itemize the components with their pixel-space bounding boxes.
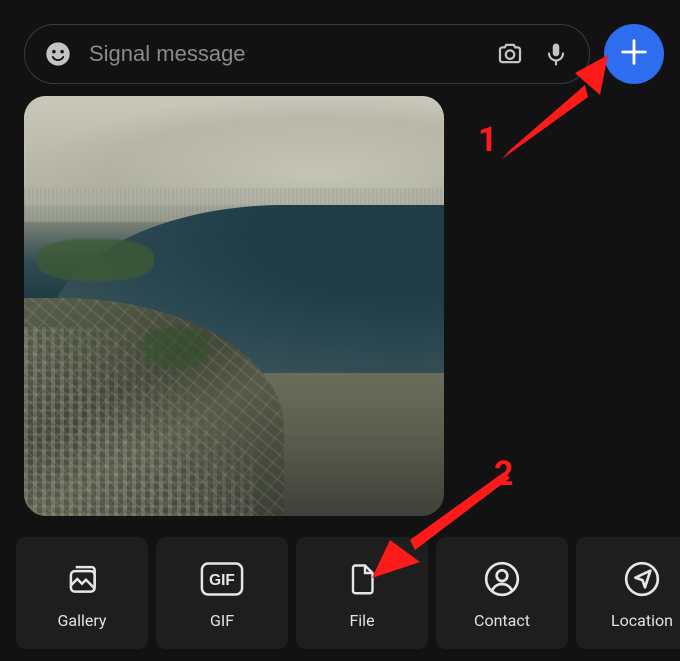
attach-label: Location [611,611,673,630]
camera-icon[interactable] [495,39,525,69]
contact-icon [480,557,524,601]
attach-label: Contact [474,611,530,630]
attach-file[interactable]: File [296,537,428,649]
attach-label: Gallery [58,611,107,630]
annotation-step-1: 1 [478,120,498,160]
composer-row [0,0,680,96]
gif-icon: GIF [200,557,244,601]
file-icon [340,557,384,601]
attach-location[interactable]: Location [576,537,680,649]
svg-text:GIF: GIF [209,572,235,589]
emoji-icon[interactable] [43,39,73,69]
message-input[interactable] [89,41,479,67]
attach-button[interactable] [604,24,664,84]
gallery-icon [60,557,104,601]
attach-contact[interactable]: Contact [436,537,568,649]
message-composer [24,24,590,84]
location-icon [620,557,664,601]
attach-label: File [349,611,374,630]
attachment-type-row: Gallery GIF GIF File Contact Location [16,537,680,649]
attach-gallery[interactable]: Gallery [16,537,148,649]
attach-label: GIF [210,611,234,630]
plus-icon [617,35,651,73]
annotation-step-2: 2 [494,454,514,494]
attachment-preview[interactable] [24,96,444,516]
mic-icon[interactable] [541,39,571,69]
attach-gif[interactable]: GIF GIF [156,537,288,649]
